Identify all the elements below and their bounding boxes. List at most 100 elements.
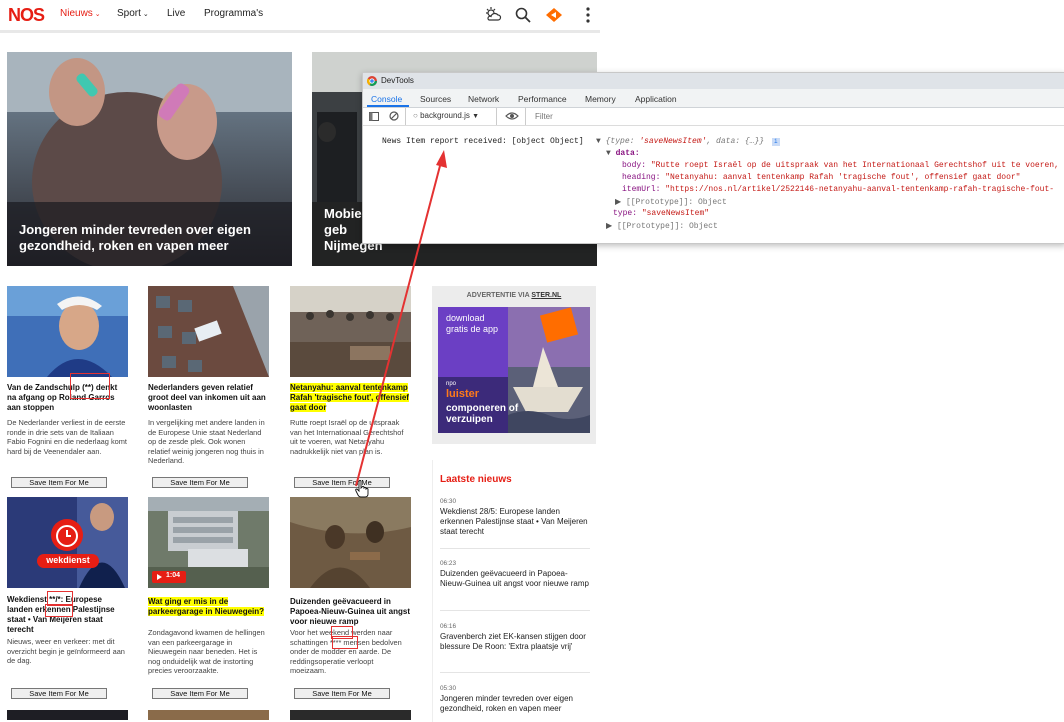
card-image-tennis[interactable] <box>7 286 128 377</box>
tab-memory[interactable]: Memory <box>585 94 616 104</box>
ster-link[interactable]: STER.NL <box>531 292 561 299</box>
console-type-line: type: "saveNewsItem" <box>613 209 710 218</box>
latest-news-item[interactable]: 06:16 Gravenberch ziet EK-kansen stijgen… <box>440 623 590 652</box>
latest-news-item[interactable]: 06:30 Wekdienst 28/5: Europese landen er… <box>440 498 590 537</box>
weather-icon[interactable] <box>483 5 503 25</box>
card-image-wekdienst[interactable]: wekdienst <box>7 497 128 588</box>
divider <box>440 548 590 549</box>
context-label: background.js <box>420 111 470 120</box>
item-time: 05:30 <box>440 685 456 692</box>
save-item-button[interactable]: Save Item For Me <box>11 477 107 488</box>
highlighted-title: Netanyahu: aanval tentenkamp Rafah 'trag… <box>290 383 409 412</box>
card-title[interactable]: Wat ging er mis in de parkeergarage in N… <box>148 597 269 617</box>
devtools-titlebar[interactable]: DevTools <box>363 73 1064 89</box>
console-toolbar: ○ background.js ▼ <box>363 108 1064 126</box>
annotation-box <box>70 373 110 399</box>
toolbar-divider <box>405 108 406 125</box>
logo-text: NOS <box>8 5 45 25</box>
latest-news-item[interactable]: 05:30 Jongeren minder tevreden over eige… <box>440 685 590 714</box>
hand-cursor-icon <box>355 480 369 498</box>
console-log-message: News Item report received: [object Objec… <box>382 137 584 146</box>
save-item-button[interactable]: Save Item For Me <box>11 688 107 699</box>
card-title[interactable]: Netanyahu: aanval tentenkamp Rafah 'trag… <box>290 383 411 413</box>
save-item-button[interactable]: Save Item For Me <box>294 477 390 488</box>
item-text: Gravenberch ziet EK-kansen stijgen door … <box>440 632 586 651</box>
ad-label: ADVERTENTIE VIA STER.NL <box>466 292 562 299</box>
devtools-title: DevTools <box>381 76 414 85</box>
advertisement: ADVERTENTIE VIA STER.NL download gratis … <box>432 286 596 444</box>
latest-news-title: Laatste nieuws <box>440 474 512 485</box>
latest-news-panel: Laatste nieuws 06:30 Wekdienst 28/5: Eur… <box>432 460 597 722</box>
nav-item-programmas[interactable]: Programma's <box>204 8 263 19</box>
console-prototype-inner[interactable]: ▶ [[Prototype]]: Object <box>615 197 727 207</box>
card-image-woonlasten[interactable] <box>148 286 269 377</box>
tab-performance[interactable]: Performance <box>518 94 567 104</box>
card-summary: In vergelijking met andere landen in de … <box>148 418 265 466</box>
context-selector[interactable]: ○ background.js ▼ <box>413 111 479 120</box>
toolbar-divider <box>496 108 497 125</box>
search-icon[interactable] <box>513 5 533 25</box>
console-prototype-outer[interactable]: ▶ [[Prototype]]: Object <box>606 221 718 231</box>
item-text: Wekdienst 28/5: Europese landen erkennen… <box>440 507 588 536</box>
ad-download-text: download gratis de app <box>446 313 499 334</box>
chevron-down-icon: ⌄ <box>142 11 149 18</box>
chrome-icon <box>367 76 377 86</box>
nav-item-nieuws[interactable]: Nieuws ⌄ <box>60 8 101 19</box>
card-image-papoea[interactable] <box>290 497 411 588</box>
nav-item-live[interactable]: Live <box>167 8 185 19</box>
ad-brand: luister <box>446 388 480 400</box>
ad-brand-small: npo <box>446 381 457 387</box>
divider <box>440 672 590 673</box>
item-text: Jongeren minder tevreden over eigen gezo… <box>440 694 573 713</box>
item-text: Duizenden geëvacueerd in Papoea-Nieuw-Gu… <box>440 569 589 588</box>
nav-item-sport[interactable]: Sport ⌄ <box>117 8 149 19</box>
card-title[interactable]: Duizenden geëvacueerd in Papoea-Nieuw-Gu… <box>290 597 411 627</box>
chevron-down-icon: ⌄ <box>94 11 101 18</box>
devtools-window: DevTools Console Sources Network Perform… <box>362 72 1064 244</box>
card-image-parkeergarage[interactable]: 1:04 <box>148 497 269 588</box>
tab-network[interactable]: Network <box>468 94 499 104</box>
console-object-summary[interactable]: ▼ {type: 'saveNewsItem', data: {…}} i <box>596 137 780 146</box>
info-icon: i <box>771 138 780 146</box>
console-body-line: body: "Rutte roept Israël op de uitspraa… <box>622 161 1059 170</box>
clear-console-icon[interactable] <box>389 111 399 121</box>
console-filter-input[interactable] <box>533 110 1057 122</box>
sidebar-toggle-icon[interactable] <box>369 112 379 121</box>
card-summary: Nieuws, weer en verkeer: met dit overzic… <box>7 637 125 666</box>
card-image-partial <box>290 710 411 720</box>
eye-icon[interactable] <box>505 111 519 121</box>
nav-label: Sport <box>117 8 141 19</box>
annotation-box <box>332 636 358 649</box>
save-item-button[interactable]: Save Item For Me <box>152 688 248 699</box>
save-item-button[interactable]: Save Item For Me <box>152 477 248 488</box>
top-navigation: NOS Nieuws ⌄ Sport ⌄ Live Programma's <box>0 0 600 33</box>
divider <box>440 610 590 611</box>
annotation-box <box>45 604 73 617</box>
card-image-partial <box>7 710 128 720</box>
nos-logo[interactable]: NOS <box>8 5 45 26</box>
npo-app-icon[interactable] <box>544 5 564 25</box>
ad-banner[interactable]: download gratis de app npo luister compo… <box>438 307 590 433</box>
toolbar-divider <box>525 108 526 125</box>
tab-application[interactable]: Application <box>635 94 677 104</box>
tab-console[interactable]: Console <box>371 94 402 104</box>
console-data-node[interactable]: ▼ data: <box>606 149 640 158</box>
save-item-button[interactable]: Save Item For Me <box>294 688 390 699</box>
item-time: 06:16 <box>440 623 456 630</box>
card-image-rafah[interactable] <box>290 286 411 377</box>
item-time: 06:30 <box>440 498 456 505</box>
highlighted-title: Wat ging er mis in de parkeergarage in N… <box>148 597 265 616</box>
card-summary: De Nederlander verliest in de eerste ron… <box>7 418 127 456</box>
card-title[interactable]: Nederlanders geven relatief groot deel v… <box>148 383 269 413</box>
more-menu-icon[interactable] <box>578 5 598 25</box>
tab-sources[interactable]: Sources <box>420 94 451 104</box>
video-duration: 1:04 <box>166 572 181 579</box>
hero-article-1[interactable]: Jongeren minder tevreden over eigen gezo… <box>7 52 292 266</box>
card-image-partial <box>148 710 269 720</box>
latest-news-item[interactable]: 06:23 Duizenden geëvacueerd in Papoea-Ni… <box>440 560 590 589</box>
devtools-tabs: Console Sources Network Performance Memo… <box>363 89 1064 108</box>
card-summary: Zondagavond kwamen de hellingen van een … <box>148 628 265 676</box>
ad-tagline: componeren of verzuipen <box>446 403 519 425</box>
nav-label: Nieuws <box>60 8 93 19</box>
hero-caption: Jongeren minder tevreden over eigen gezo… <box>19 222 251 253</box>
